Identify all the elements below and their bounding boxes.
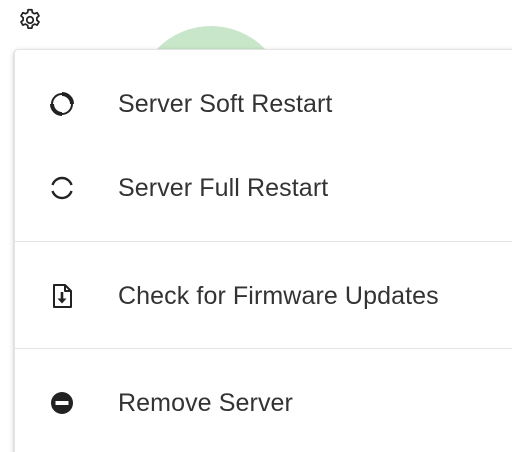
menu-divider	[15, 348, 512, 349]
menu-item-remove-server[interactable]: Remove Server	[15, 361, 512, 445]
menu-divider	[15, 241, 512, 242]
screen: Server Soft Restart Server Full Restart	[0, 0, 512, 452]
menu-item-soft-restart[interactable]: Server Soft Restart	[15, 62, 512, 146]
soft-restart-icon	[48, 90, 76, 118]
menu-item-full-restart[interactable]: Server Full Restart	[15, 146, 512, 230]
firmware-download-icon	[48, 282, 76, 310]
server-actions-menu: Server Soft Restart Server Full Restart	[14, 49, 512, 452]
menu-item-check-firmware[interactable]: Check for Firmware Updates	[15, 254, 512, 338]
full-restart-icon	[48, 174, 76, 202]
menu-item-label: Remove Server	[118, 388, 293, 417]
menu-item-label: Server Soft Restart	[118, 89, 333, 118]
settings-button[interactable]	[12, 4, 48, 40]
menu-item-label: Check for Firmware Updates	[118, 281, 439, 310]
remove-icon	[48, 389, 76, 417]
gear-icon	[17, 7, 43, 38]
menu-item-label: Server Full Restart	[118, 173, 329, 202]
